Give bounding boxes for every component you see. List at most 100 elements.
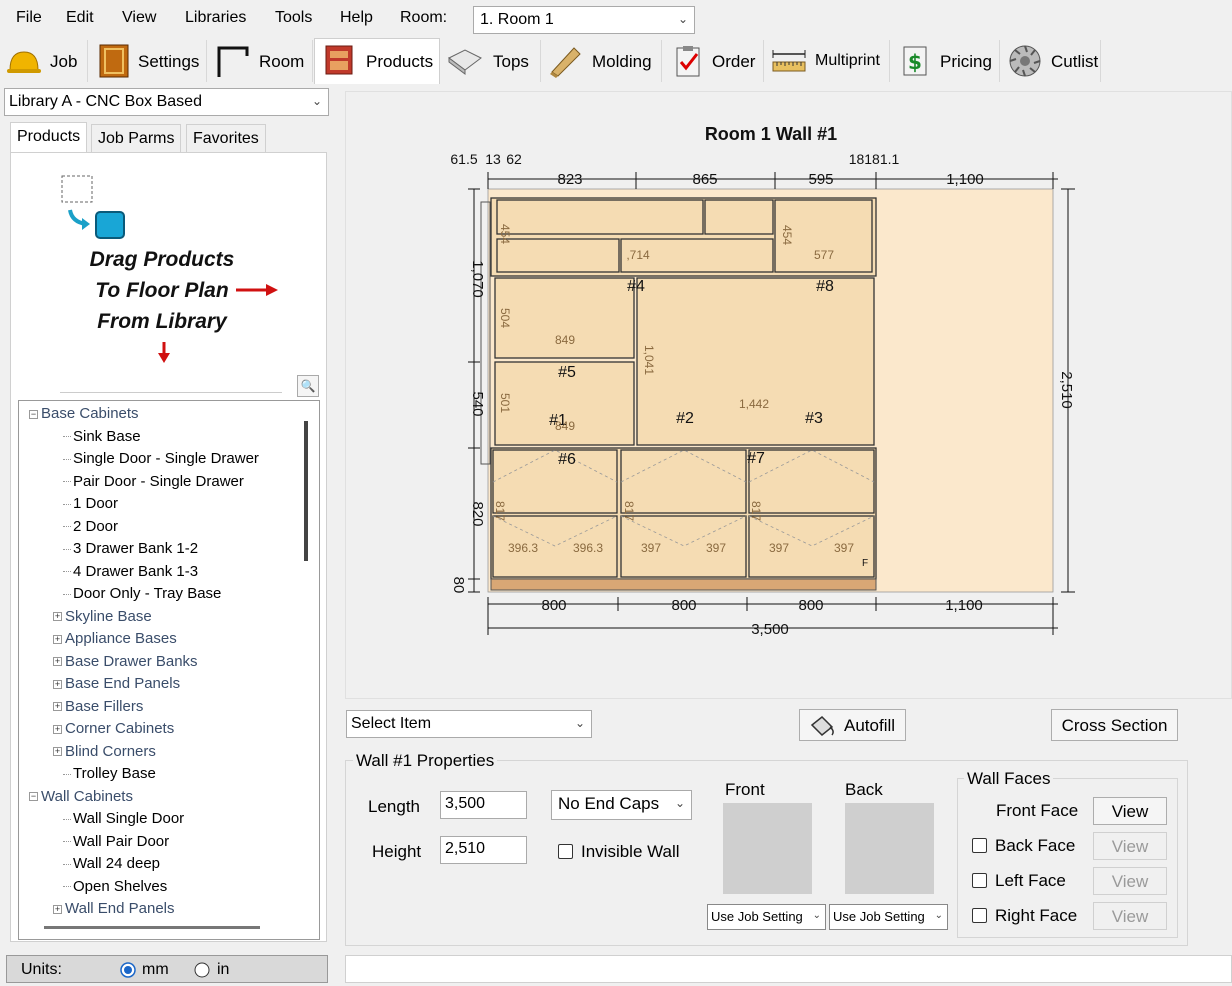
expand-icon[interactable]: + (53, 612, 62, 622)
end-caps-select[interactable]: No End Caps ⌄ (551, 790, 692, 820)
tree-item[interactable]: Wall 24 deep (63, 853, 160, 875)
tree-horizontal-scrollbar[interactable] (44, 926, 260, 929)
front-face-view-button[interactable]: View (1093, 797, 1167, 825)
library-search-input[interactable] (60, 373, 282, 393)
cabinet-2-3-box[interactable] (636, 277, 875, 446)
tree-item[interactable]: Open Shelves (63, 876, 167, 898)
tab-pricing[interactable]: $ Pricing (891, 40, 1000, 82)
dim-small-right: 62 (506, 151, 522, 167)
expand-icon[interactable]: + (53, 679, 62, 689)
tab-products[interactable]: Products (314, 38, 440, 84)
cabinet-6-top[interactable] (492, 449, 618, 514)
search-button[interactable]: 🔍 (297, 375, 319, 397)
subtab-products[interactable]: Products (10, 122, 88, 153)
subtab-job-parms[interactable]: Job Parms (91, 124, 182, 152)
cabinet-7-top[interactable] (748, 449, 875, 514)
expand-icon[interactable]: + (53, 747, 62, 757)
tree-item[interactable]: − Wall Cabinets (29, 786, 133, 808)
tree-item[interactable]: 1 Door (63, 493, 118, 515)
menu-view[interactable]: View (122, 9, 156, 27)
tree-item[interactable]: 3 Drawer Bank 1-2 (63, 538, 198, 560)
right-face-view-button[interactable]: View (1093, 902, 1167, 930)
collapse-icon[interactable]: − (29, 792, 38, 802)
tab-molding[interactable]: Molding (542, 40, 662, 82)
tree-item-label: Sink Base (73, 427, 141, 445)
tree-item[interactable]: Trolley Base (63, 763, 156, 785)
tree-item-label: Pair Door - Single Drawer (73, 472, 244, 490)
length-label: Length (368, 797, 420, 816)
subtab-favorites[interactable]: Favorites (186, 124, 266, 152)
tree-scrollbar[interactable] (304, 421, 308, 561)
menu-edit[interactable]: Edit (66, 9, 94, 27)
left-face-view-button[interactable]: View (1093, 867, 1167, 895)
cabinet-8-upper-left[interactable] (496, 199, 704, 235)
front-label: Front (725, 780, 765, 799)
autofill-button[interactable]: Autofill (799, 709, 906, 741)
expand-icon[interactable]: + (53, 634, 62, 644)
menu-help[interactable]: Help (340, 9, 373, 27)
room-walls-icon (217, 46, 249, 77)
tab-multiprint[interactable]: Multiprint (765, 40, 890, 82)
expand-icon[interactable]: + (53, 724, 62, 734)
tree-item[interactable]: + Skyline Base (53, 606, 152, 628)
left-face-checkbox[interactable] (972, 873, 987, 888)
cabinet-2-base-top[interactable] (620, 449, 747, 514)
tab-tops[interactable]: Tops (441, 40, 541, 82)
menu-tools[interactable]: Tools (275, 9, 312, 27)
cross-section-button[interactable]: Cross Section (1051, 709, 1178, 741)
dim-top-3: 595 (808, 171, 833, 188)
back-face-view-button[interactable]: View (1093, 832, 1167, 860)
tree-item[interactable]: Single Door - Single Drawer (63, 448, 259, 470)
collapse-icon[interactable]: − (29, 409, 38, 419)
right-face-checkbox[interactable] (972, 908, 987, 923)
tree-item[interactable]: Sink Base (63, 426, 141, 448)
front-setting-select[interactable]: Use Job Setting ⌄ (707, 904, 826, 930)
library-select[interactable]: Library A - CNC Box Based ⌄ (4, 88, 329, 116)
elevation-drawing-area[interactable]: Room 1 Wall #1 61.5 13 62 18181.1 823 86… (345, 91, 1232, 699)
back-face-checkbox[interactable] (972, 838, 987, 853)
tree-item-label: Wall 24 deep (73, 855, 160, 872)
height-input[interactable]: 2,510 (440, 836, 527, 864)
tree-item[interactable]: − Base Cabinets (29, 403, 139, 425)
select-item-dropdown[interactable]: Select Item ⌄ (346, 710, 592, 738)
radio-mm[interactable] (120, 962, 136, 978)
saw-blade-icon (1009, 45, 1041, 77)
expand-icon[interactable]: + (53, 904, 62, 914)
tab-order[interactable]: Order (664, 40, 764, 82)
front-swatch[interactable] (723, 803, 812, 894)
tree-item[interactable]: 4 Drawer Bank 1-3 (63, 561, 198, 583)
wall-elevation-svg[interactable]: Room 1 Wall #1 61.5 13 62 18181.1 823 86… (346, 92, 1232, 700)
tab-job[interactable]: Job (0, 40, 88, 82)
menu-libraries[interactable]: Libraries (185, 9, 246, 27)
tree-item[interactable]: + Base Fillers (53, 696, 143, 718)
tab-cutlist[interactable]: Cutlist (1001, 40, 1101, 82)
label-cab-8: #8 (816, 278, 834, 295)
dim-bottom-3: 800 (798, 597, 823, 614)
tree-item[interactable]: + Wall End Panels (53, 898, 175, 920)
tree-item[interactable]: + Appliance Bases (53, 628, 177, 650)
tree-item[interactable]: 2 Door (63, 516, 118, 538)
tab-room[interactable]: Room (209, 40, 313, 82)
cabinet-8-lower-left[interactable] (496, 238, 620, 273)
tree-item[interactable]: + Base End Panels (53, 673, 180, 695)
room-select[interactable]: 1. Room 1 ⌄ (473, 6, 695, 34)
tree-item[interactable]: + Corner Cabinets (53, 718, 174, 740)
radio-in[interactable] (194, 962, 210, 978)
expand-icon[interactable]: + (53, 657, 62, 667)
tree-item[interactable]: + Blind Corners (53, 741, 156, 763)
dim-504: 504 (498, 308, 512, 328)
tree-item[interactable]: Pair Door - Single Drawer (63, 471, 244, 493)
length-input[interactable]: 3,500 (440, 791, 527, 819)
menu-file[interactable]: File (16, 9, 42, 27)
back-swatch[interactable] (845, 803, 934, 894)
tree-item[interactable]: Wall Pair Door (63, 831, 169, 853)
tab-settings[interactable]: Settings (90, 40, 207, 82)
tree-item[interactable]: + Base Drawer Banks (53, 651, 198, 673)
back-setting-select[interactable]: Use Job Setting ⌄ (829, 904, 948, 930)
tree-item[interactable]: Wall Single Door (63, 808, 184, 830)
tree-item[interactable]: Door Only - Tray Base (63, 583, 221, 605)
dim-849b: 849 (555, 419, 575, 433)
expand-icon[interactable]: + (53, 702, 62, 712)
cabinet-8-upper-right[interactable] (704, 199, 774, 235)
invisible-wall-checkbox[interactable] (558, 844, 573, 859)
